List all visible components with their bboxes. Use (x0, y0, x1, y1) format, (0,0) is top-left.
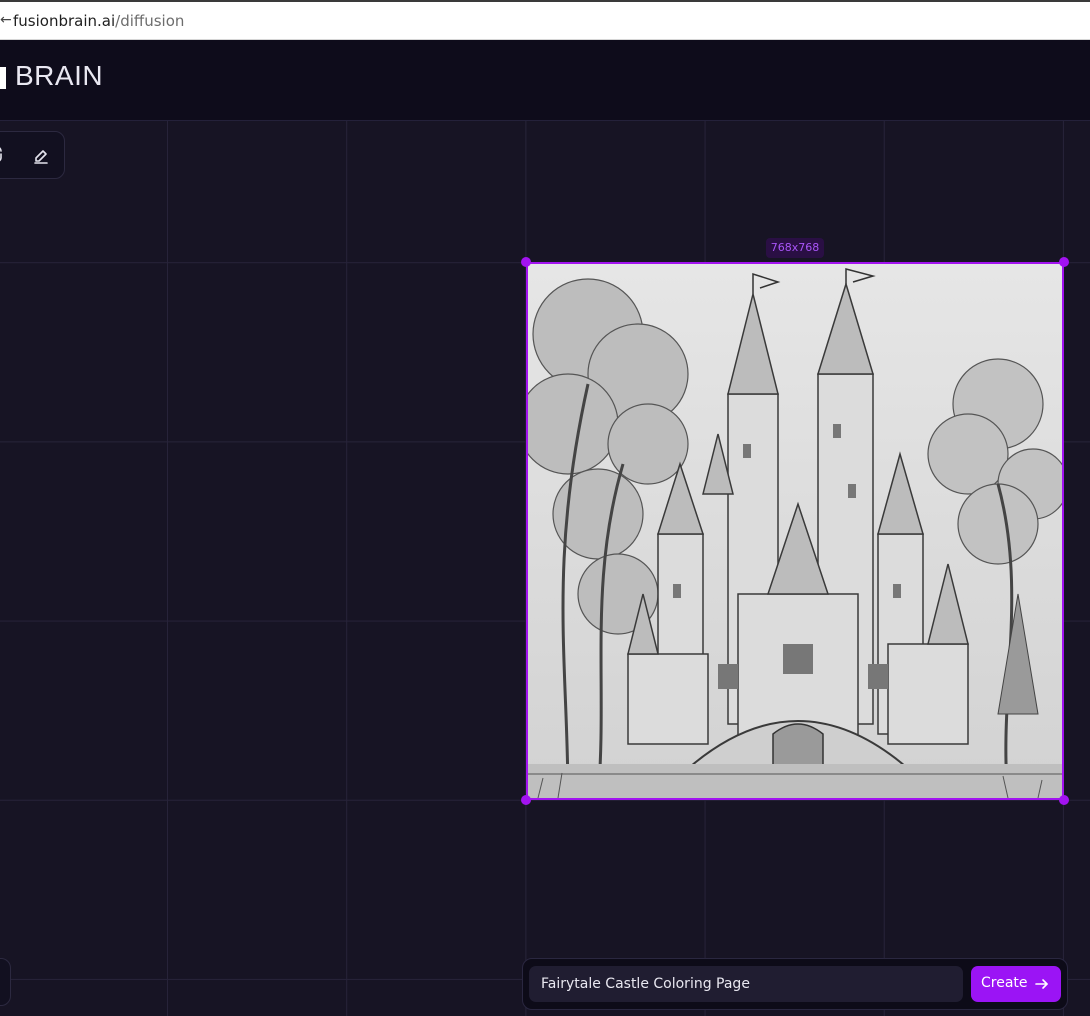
side-panel-stub[interactable] (0, 958, 11, 1006)
arrow-right-icon (1034, 976, 1050, 992)
url-host: fusionbrain.ai (13, 12, 116, 30)
app-header: BRAIN (0, 40, 1090, 121)
castle-drawing-image (528, 264, 1062, 798)
image-size-label: 768x768 (766, 238, 824, 258)
resize-handle-top-right[interactable] (1059, 257, 1069, 267)
canvas-toolbar (0, 131, 65, 179)
site-info-icon[interactable]: ← (0, 12, 12, 28)
url-text[interactable]: fusionbrain.ai/diffusion (13, 12, 184, 30)
resize-handle-bottom-right[interactable] (1059, 795, 1069, 805)
link-icon[interactable] (0, 145, 9, 165)
prompt-input[interactable]: Fairytale Castle Coloring Page (529, 966, 963, 1002)
create-button[interactable]: Create (971, 966, 1061, 1002)
browser-address-bar[interactable]: ← fusionbrain.ai/diffusion (0, 0, 1090, 40)
logo-text[interactable]: BRAIN (15, 60, 103, 92)
app-root: ← fusionbrain.ai/diffusion BRAIN 768x768 (0, 0, 1090, 1016)
prompt-bar: Fairytale Castle Coloring Page Create (522, 958, 1068, 1010)
resize-handle-top-left[interactable] (521, 257, 531, 267)
generated-image-frame[interactable] (526, 262, 1064, 800)
eraser-icon[interactable] (31, 145, 51, 165)
url-path: /diffusion (115, 12, 185, 30)
logo-mark (0, 67, 6, 89)
create-button-label: Create (981, 975, 1028, 991)
resize-handle-bottom-left[interactable] (521, 795, 531, 805)
